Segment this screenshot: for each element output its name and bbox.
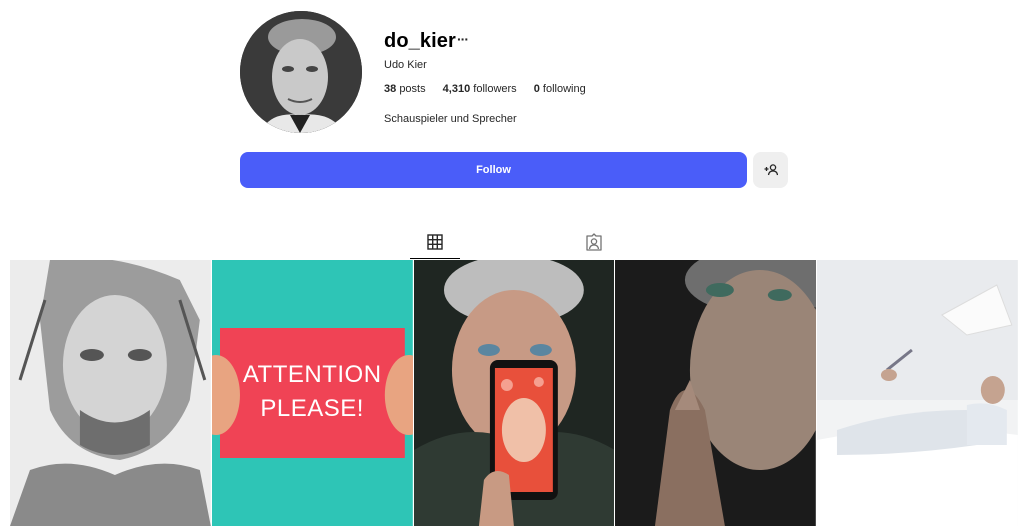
pointing-man-image <box>615 260 817 526</box>
post-tile-3[interactable] <box>413 260 615 526</box>
followers-count: 4,310 <box>442 83 471 95</box>
attention-please-image <box>211 260 413 526</box>
follow-button[interactable]: Follow <box>240 152 747 188</box>
tab-tagged[interactable] <box>569 226 619 258</box>
post-tile-1[interactable] <box>10 260 211 526</box>
more-options-icon[interactable]: ··· <box>457 31 469 47</box>
profile-full-name: Udo Kier <box>384 59 427 71</box>
following-stat[interactable]: 0 following <box>534 83 586 95</box>
tagged-icon <box>586 233 602 251</box>
posts-stat: 38 posts <box>384 83 426 95</box>
posts-grid: ATTENTION PLEASE! <box>10 260 1018 526</box>
profile-stats: 38 posts 4,310 followers 0 following <box>384 83 600 95</box>
bed-man-image <box>817 260 1018 526</box>
post-text-line2: PLEASE! <box>260 395 364 422</box>
followers-stat[interactable]: 4,310 followers <box>443 83 517 95</box>
avatar-image <box>240 11 362 133</box>
suggested-users-button[interactable] <box>753 152 788 188</box>
following-label: following <box>542 83 586 95</box>
post-tile-5[interactable] <box>817 260 1018 526</box>
post-tile-2[interactable]: ATTENTION PLEASE! <box>211 260 413 526</box>
profile-username: do_kier <box>384 30 456 52</box>
sketch-portrait-image <box>10 260 211 526</box>
posts-count: 38 <box>384 83 397 95</box>
profile-tabs <box>0 226 1024 260</box>
tab-posts[interactable] <box>410 226 460 259</box>
post-text-line1: ATTENTION <box>242 361 382 388</box>
phone-portrait-image <box>413 260 615 526</box>
following-count: 0 <box>533 83 540 95</box>
add-user-icon <box>764 164 778 176</box>
post-tile-4[interactable] <box>615 260 817 526</box>
posts-label: posts <box>399 83 426 95</box>
followers-label: followers <box>473 83 517 95</box>
profile-avatar[interactable] <box>240 11 362 133</box>
grid-icon <box>427 234 443 250</box>
profile-bio: Schauspieler und Sprecher <box>384 113 517 125</box>
